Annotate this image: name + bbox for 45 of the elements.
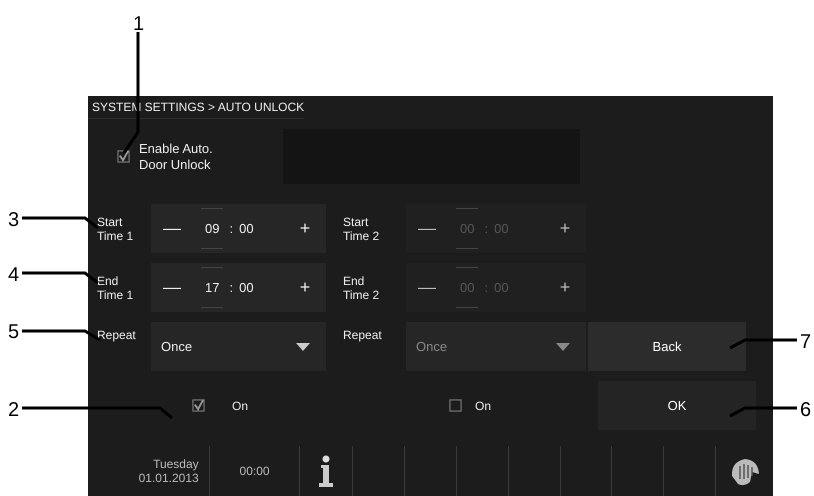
checkbox[interactable] [192, 399, 205, 412]
minutes-value[interactable]: 00 [239, 221, 270, 236]
minus-button[interactable]: — [151, 277, 193, 298]
repeat-dropdown[interactable]: Once [151, 322, 326, 371]
enable-label: Enable Auto. Door Unlock [139, 140, 214, 172]
callout-number: 5 [8, 321, 20, 343]
repeat-value: Once [416, 339, 448, 354]
back-button[interactable]: Back [588, 322, 746, 371]
repeat-value: Once [161, 339, 192, 354]
time-label: Start Time 1 [96, 214, 134, 242]
time-separator: : [484, 221, 488, 236]
time-stepper[interactable]: — 17 : 00 + [151, 263, 326, 312]
time-label: End Time 2 [342, 274, 380, 302]
callout-number: 3 [8, 209, 20, 231]
info-icon[interactable] [317, 455, 336, 487]
time-label: End Time 1 [96, 274, 134, 302]
repeat-label: Repeat [342, 327, 383, 342]
callout-number: 2 [8, 399, 20, 421]
hours-value[interactable]: 17 [201, 267, 224, 308]
date-text: 01.01.2013 [138, 471, 199, 485]
on-label: On [232, 398, 248, 412]
dropdown-arrow-icon [296, 342, 310, 350]
dropdown-arrow-icon [556, 342, 570, 350]
callout-number: 4 [8, 264, 20, 286]
minus-button[interactable]: — [151, 218, 193, 239]
callout-number: 1 [133, 13, 144, 35]
time-text: 00:00 [240, 464, 270, 478]
day-text: Tuesday [153, 457, 199, 471]
callout-number: 7 [800, 331, 812, 353]
repeat-label: Repeat [96, 327, 137, 342]
time-separator: : [229, 280, 234, 295]
on-label: On [475, 398, 492, 412]
minutes-value[interactable]: 00 [239, 280, 270, 295]
time-stepper[interactable]: — 09 : 00 + [151, 204, 326, 253]
leader-line [729, 338, 797, 350]
time-label: Start Time 2 [342, 214, 380, 242]
time-separator: : [484, 280, 488, 295]
hours-value[interactable]: 09 [201, 208, 224, 249]
callout-number: 6 [800, 399, 812, 421]
plus-button[interactable]: + [284, 277, 326, 298]
leader-line [729, 406, 797, 418]
plus-button[interactable]: + [284, 218, 326, 239]
ok-button[interactable]: OK [598, 381, 756, 430]
checkbox[interactable] [117, 150, 130, 163]
time-separator: : [229, 221, 234, 236]
